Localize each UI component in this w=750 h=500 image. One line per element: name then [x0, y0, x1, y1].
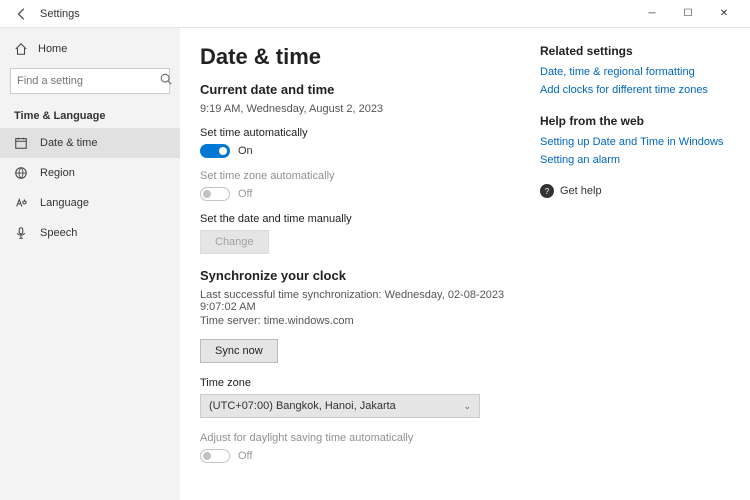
sidebar-item-speech[interactable]: Speech [0, 218, 180, 248]
current-datetime-value: 9:19 AM, Wednesday, August 2, 2023 [200, 103, 516, 115]
sync-heading: Synchronize your clock [200, 268, 516, 283]
back-button[interactable] [8, 0, 36, 28]
microphone-icon [14, 226, 28, 240]
help-icon: ? [540, 184, 554, 198]
settings-window: Settings ─ ☐ ✕ Home Time & Language [0, 0, 750, 500]
main-column: Date & time Current date and time 9:19 A… [200, 44, 516, 484]
change-button: Change [200, 230, 269, 254]
nav-label: Region [40, 167, 75, 179]
close-button[interactable]: ✕ [706, 0, 742, 28]
link-date-time-formatting[interactable]: Date, time & regional formatting [540, 66, 730, 78]
set-tz-auto-toggle [200, 187, 230, 201]
chevron-down-icon: ⌄ [463, 401, 471, 412]
search-box[interactable] [10, 68, 170, 94]
nav-label: Date & time [40, 137, 97, 149]
sync-now-button[interactable]: Sync now [200, 339, 278, 363]
sidebar-section-title: Time & Language [0, 100, 180, 128]
dst-state: Off [238, 450, 252, 462]
maximize-button[interactable]: ☐ [670, 0, 706, 28]
content-area: Home Time & Language Date & time Region [0, 28, 750, 500]
titlebar: Settings ─ ☐ ✕ [0, 0, 750, 28]
timezone-value: (UTC+07:00) Bangkok, Hanoi, Jakarta [209, 400, 396, 412]
link-setting-alarm[interactable]: Setting an alarm [540, 154, 730, 166]
sidebar-item-language[interactable]: Language [0, 188, 180, 218]
link-setup-date-time[interactable]: Setting up Date and Time in Windows [540, 136, 730, 148]
help-heading: Help from the web [540, 114, 730, 128]
dst-block: Adjust for daylight saving time automati… [200, 432, 516, 463]
sidebar-home[interactable]: Home [0, 36, 180, 62]
set-time-auto-toggle[interactable] [200, 144, 230, 158]
calendar-icon [14, 136, 28, 150]
sync-last-text: Last successful time synchronization: We… [200, 289, 516, 313]
timezone-label: Time zone [200, 377, 516, 389]
globe-icon [14, 166, 28, 180]
sidebar-home-label: Home [38, 43, 67, 55]
side-column: Related settings Date, time & regional f… [540, 44, 730, 484]
minimize-button[interactable]: ─ [634, 0, 670, 28]
set-tz-auto-label: Set time zone automatically [200, 170, 516, 182]
set-tz-auto-block: Set time zone automatically Off [200, 170, 516, 201]
related-settings-block: Related settings Date, time & regional f… [540, 44, 730, 96]
link-add-clocks[interactable]: Add clocks for different time zones [540, 84, 730, 96]
search-icon [159, 72, 173, 91]
sidebar: Home Time & Language Date & time Region [0, 28, 180, 500]
set-time-auto-block: Set time automatically On [200, 127, 516, 158]
current-datetime-heading: Current date and time [200, 82, 516, 97]
dst-label: Adjust for daylight saving time automati… [200, 432, 516, 444]
dst-toggle-row: Off [200, 449, 516, 463]
timezone-dropdown[interactable]: (UTC+07:00) Bangkok, Hanoi, Jakarta ⌄ [200, 394, 480, 418]
help-web-block: Help from the web Setting up Date and Ti… [540, 114, 730, 166]
sync-server-text: Time server: time.windows.com [200, 315, 516, 327]
get-help-label: Get help [560, 185, 602, 197]
dst-toggle [200, 449, 230, 463]
set-time-auto-state: On [238, 145, 253, 157]
manual-datetime-block: Set the date and time manually Change [200, 213, 516, 254]
get-help-link[interactable]: ? Get help [540, 184, 730, 198]
sync-clock-block: Synchronize your clock Last successful t… [200, 268, 516, 363]
sidebar-item-region[interactable]: Region [0, 158, 180, 188]
nav-label: Speech [40, 227, 77, 239]
set-time-auto-label: Set time automatically [200, 127, 516, 139]
window-title: Settings [40, 8, 80, 20]
home-icon [14, 42, 28, 56]
sidebar-item-date-time[interactable]: Date & time [0, 128, 180, 158]
language-icon [14, 196, 28, 210]
set-time-auto-toggle-row: On [200, 144, 516, 158]
get-help-block: ? Get help [540, 184, 730, 198]
related-heading: Related settings [540, 44, 730, 58]
main-panel: Date & time Current date and time 9:19 A… [180, 28, 750, 500]
nav-label: Language [40, 197, 89, 209]
set-tz-auto-state: Off [238, 188, 252, 200]
search-input[interactable] [17, 75, 159, 87]
manual-datetime-label: Set the date and time manually [200, 213, 516, 225]
set-tz-auto-toggle-row: Off [200, 187, 516, 201]
timezone-block: Time zone (UTC+07:00) Bangkok, Hanoi, Ja… [200, 377, 516, 418]
page-title: Date & time [200, 44, 516, 70]
